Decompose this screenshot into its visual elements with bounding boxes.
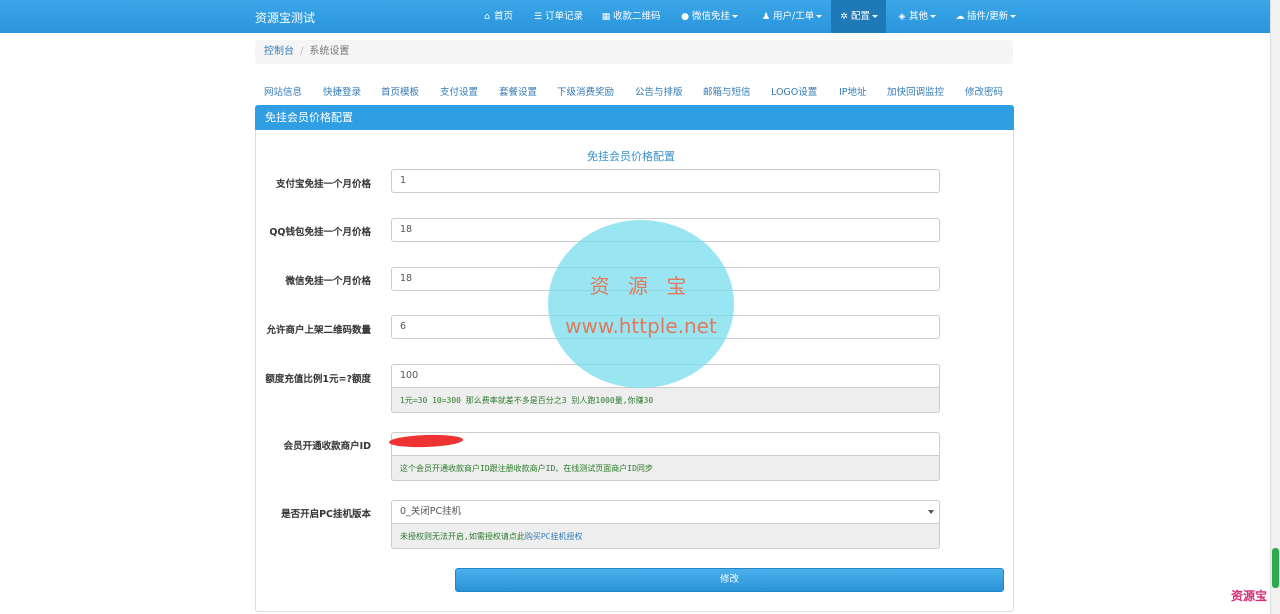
chevron-down-icon [930, 15, 937, 18]
nav-wechat[interactable]: ● 微信免挂 [680, 0, 739, 33]
list-icon: ☰ [533, 12, 543, 22]
breadcrumb: 控制台 / 系统设置 [255, 40, 1013, 64]
nav-wechat-label: 微信免挂 [692, 11, 731, 22]
nav-home[interactable]: ⌂ 首页 [482, 0, 513, 33]
tab-home-template[interactable]: 首页模板 [381, 84, 419, 98]
tab-site-info[interactable]: 网站信息 [264, 84, 302, 98]
gear-icon: ✲ [840, 12, 848, 22]
tab-callback-monitor[interactable]: 加快回调监控 [887, 84, 944, 98]
nav-other-label: 其他 [909, 11, 929, 22]
quota-ratio-help: 1元=30 10=300 那么费率就差不多是百分之3 别人跑1000量,你赚30 [391, 388, 940, 413]
nav-users[interactable]: ♟ 用户/工单 [761, 0, 823, 33]
watermark-circle [548, 220, 734, 388]
home-icon: ⌂ [484, 12, 490, 22]
chevron-down-icon [816, 15, 823, 18]
breadcrumb-separator: / [300, 46, 304, 57]
wechat-price-label: 微信免挂一个月价格 [285, 276, 371, 287]
pc-version-label: 是否开启PC挂机版本 [281, 509, 371, 520]
pc-version-help: 未授权则无法开启,如需授权请点此购买PC挂机授权 [391, 524, 940, 549]
cloud-icon: ☁ [955, 12, 965, 22]
qrcode-count-label: 允许商户上架二维码数量 [266, 325, 371, 336]
chevron-down-icon [732, 15, 739, 18]
alipay-price-input[interactable]: 1 [391, 169, 940, 193]
merchant-id-label: 会员开通收款商户ID [283, 441, 371, 452]
pc-version-selected: 0_关闭PC挂机 [400, 506, 462, 517]
tab-change-password[interactable]: 修改密码 [965, 84, 1003, 98]
watermark-title: 资 源 宝 [589, 274, 693, 298]
nav-orders-label: 订单记录 [545, 11, 584, 22]
tab-ip-address[interactable]: IP地址 [839, 84, 867, 98]
page-scrollbar[interactable] [1270, 0, 1280, 614]
tab-logo-settings[interactable]: LOGO设置 [771, 84, 817, 98]
tab-quick-login[interactable]: 快捷登录 [323, 84, 361, 98]
settings-tabs: 网站信息 快捷登录 首页模板 支付设置 套餐设置 下级消费奖励 公告与排版 邮箱… [255, 84, 1015, 98]
nav-orders[interactable]: ☰ 订单记录 [533, 0, 583, 33]
quota-ratio-label: 额度充值比例1元=?额度 [265, 374, 371, 385]
user-icon: ♟ [761, 12, 771, 22]
nav-plugins[interactable]: ☁ 插件/更新 [955, 0, 1017, 33]
tab-referral-rewards[interactable]: 下级消费奖励 [557, 84, 614, 98]
corner-logo: 资源宝 [1231, 589, 1268, 603]
wechat-icon: ● [681, 12, 689, 22]
form-title: 免挂会员价格配置 [587, 150, 675, 163]
buy-pc-license-link[interactable]: 购买PC挂机授权 [525, 532, 583, 541]
nav-users-label: 用户/工单 [773, 11, 815, 22]
qrcode-icon: ▦ [601, 12, 611, 22]
scrollbar-thumb[interactable] [1272, 548, 1279, 588]
breadcrumb-home-link[interactable]: 控制台 [264, 46, 294, 57]
chevron-down-icon [928, 510, 934, 514]
nav-other[interactable]: ◈ 其他 [897, 0, 937, 33]
nav-config[interactable]: ✲ 配置 [831, 0, 887, 33]
breadcrumb-current: 系统设置 [309, 46, 350, 57]
chevron-down-icon [1010, 15, 1017, 18]
nav-config-label: 配置 [851, 11, 871, 22]
nav-qrcode-label: 收款二维码 [613, 11, 661, 22]
alipay-price-label: 支付宝免挂一个月价格 [275, 179, 371, 190]
tab-email-sms[interactable]: 邮箱与短信 [703, 84, 751, 98]
tab-payment-settings[interactable]: 支付设置 [440, 84, 478, 98]
qq-price-label: QQ钱包免挂一个月价格 [269, 227, 371, 238]
nav-qrcode[interactable]: ▦ 收款二维码 [601, 0, 661, 33]
merchant-id-help: 这个会员开通收款商户ID跟注册收款商户ID、在线测试页面商户ID同步 [391, 456, 940, 481]
nav-home-label: 首页 [494, 11, 514, 22]
chevron-down-icon [872, 15, 879, 18]
panel-title: 免挂会员价格配置 [255, 105, 1014, 130]
pc-version-select[interactable]: 0_关闭PC挂机 [391, 500, 940, 524]
pc-version-help-text: 未授权则无法开启,如需授权请点此 [400, 532, 525, 541]
watermark-url: www.httple.net [565, 314, 717, 338]
submit-button[interactable]: 修改 [455, 568, 1004, 592]
tab-announcements[interactable]: 公告与排版 [635, 84, 683, 98]
brand-title[interactable]: 资源宝测试 [255, 9, 315, 26]
nav-plugins-label: 插件/更新 [967, 11, 1009, 22]
cube-icon: ◈ [898, 12, 906, 22]
tab-package-settings[interactable]: 套餐设置 [499, 84, 537, 98]
merchant-id-input[interactable] [391, 432, 940, 456]
top-navbar: 资源宝测试 ⌂ 首页 ☰ 订单记录 ▦ 收款二维码 ● 微信免挂 ♟ 用户/工单 ✲ 配置 … [0, 0, 1270, 33]
